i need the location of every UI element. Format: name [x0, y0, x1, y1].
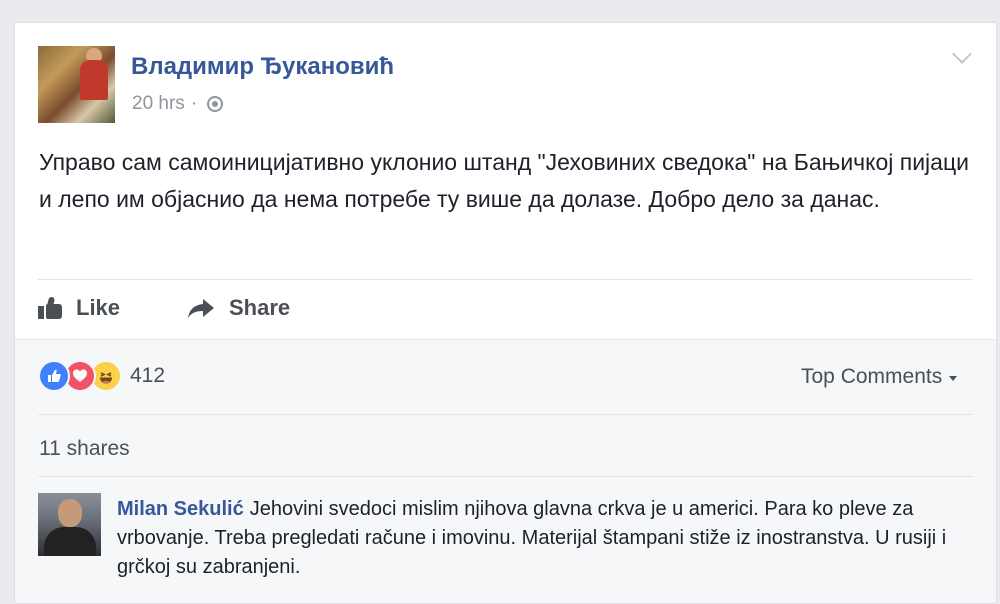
like-reaction-icon [38, 360, 70, 392]
post-card: Владимир Ђукановић 20 hrs · Управо сам с… [14, 22, 997, 604]
chevron-down-icon[interactable] [952, 44, 972, 64]
share-button[interactable]: Share [187, 295, 290, 321]
reaction-count[interactable]: 412 [130, 364, 165, 388]
commenter-name[interactable]: Milan Sekulić [117, 498, 244, 520]
post-timestamp[interactable]: 20 hrs [132, 93, 185, 115]
shares-count[interactable]: 11 shares [39, 437, 130, 461]
post-meta: 20 hrs · [132, 93, 224, 115]
globe-icon[interactable] [207, 96, 224, 112]
divider [38, 414, 973, 415]
comment: Milan Sekulić Jehovini svedoci mislim nji… [117, 495, 967, 582]
like-label: Like [76, 295, 121, 320]
top-comments-dropdown[interactable]: Top Comments [801, 365, 958, 389]
reactions-summary[interactable]: 412 [38, 360, 165, 392]
post-text: Управо сам самоиницијативно уклонио штан… [39, 149, 969, 212]
author-avatar[interactable] [38, 46, 115, 123]
caret-down-icon [949, 375, 958, 381]
meta-separator: · [190, 93, 198, 114]
author-name[interactable]: Владимир Ђукановић [131, 53, 394, 81]
divider [38, 476, 973, 477]
divider [38, 279, 973, 280]
share-label: Share [229, 295, 291, 320]
share-arrow-icon [188, 299, 214, 318]
commenter-avatar[interactable] [38, 493, 101, 556]
top-comments-label: Top Comments [801, 365, 943, 388]
like-button[interactable]: Like [38, 295, 120, 321]
thumbs-up-icon [38, 296, 62, 319]
